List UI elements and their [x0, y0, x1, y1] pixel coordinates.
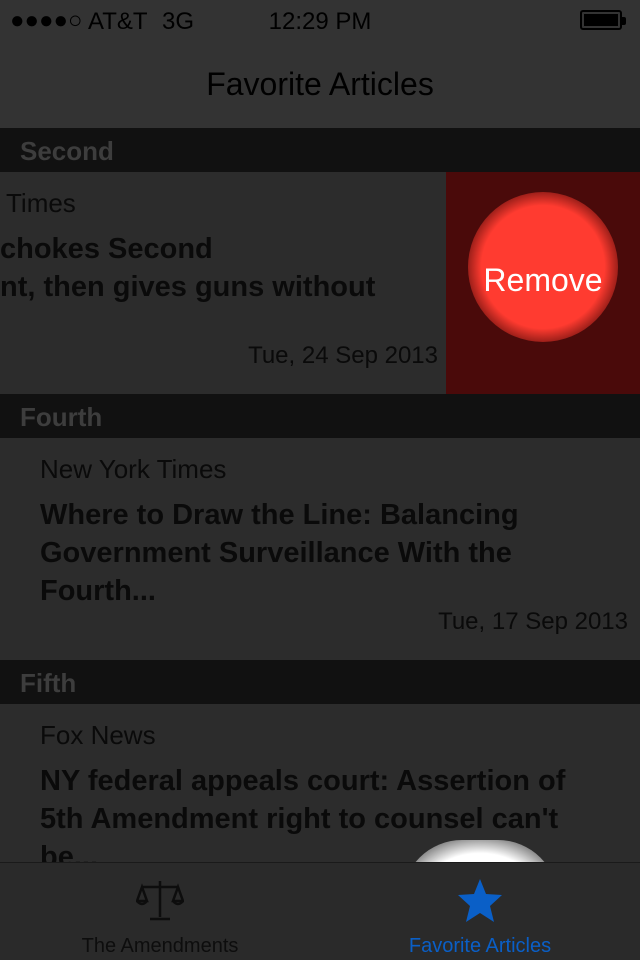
tab-favorite-articles[interactable]: Favorite Articles	[320, 863, 640, 960]
tab-label: Favorite Articles	[408, 935, 552, 957]
scales-icon	[136, 881, 184, 921]
remove-label: Remove	[483, 262, 603, 298]
list-item[interactable]: Fox News NY federal appeals court: Asser…	[0, 704, 640, 862]
section-header-fourth: Fourth	[0, 394, 640, 438]
remove-button[interactable]: Remove	[446, 172, 640, 394]
section-header-label: Fifth	[20, 668, 77, 698]
article-content: Times chokes Second nt, then gives guns w…	[0, 172, 445, 394]
article-date: Tue, 17 Sep 2013	[438, 608, 628, 635]
tab-label: The Amendments	[81, 935, 239, 957]
favorites-list[interactable]: Second Times chokes Second nt, then gives…	[0, 128, 640, 862]
star-icon	[458, 879, 502, 922]
article-date: Tue, 24 Sep 2013	[248, 342, 438, 369]
list-item[interactable]: New York Times Where to Draw the Line: B…	[0, 438, 640, 660]
section-header-second: Second	[0, 128, 640, 172]
tab-bar: The Amendments Favorite Articles	[0, 862, 640, 960]
page-title: Favorite Articles	[206, 66, 434, 102]
list-item[interactable]: Times chokes Second nt, then gives guns w…	[0, 172, 640, 394]
article-source: New York Times	[40, 454, 227, 484]
navigation-bar: Favorite Articles	[0, 40, 640, 128]
status-time: 12:29 PM	[268, 8, 372, 35]
article-headline: Where to Draw the Line: Balancing Govern…	[40, 499, 519, 607]
headline-line: chokes Second	[0, 233, 213, 265]
battery-icon	[580, 10, 626, 30]
article-source: Times	[6, 188, 76, 218]
tab-amendments[interactable]: The Amendments	[0, 863, 320, 960]
section-header-label: Second	[20, 136, 114, 166]
section-header-label: Fourth	[20, 402, 103, 432]
status-bar: ●●●●○ AT&T 3G 12:29 PM	[0, 0, 640, 40]
section-header-fifth: Fifth	[0, 660, 640, 704]
article-source: Fox News	[40, 720, 156, 750]
headline-line: nt, then gives guns without	[0, 271, 376, 303]
